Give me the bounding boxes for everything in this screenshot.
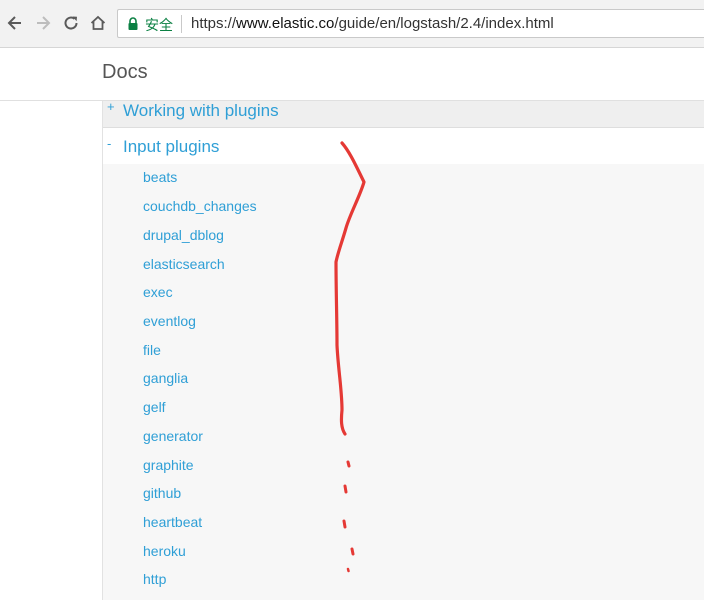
reload-button[interactable] <box>61 13 81 33</box>
secure-label: 安全 <box>145 18 173 34</box>
expand-toggle-icon[interactable]: + <box>107 99 115 114</box>
section-working-with-plugins[interactable]: + Working with plugins <box>103 99 704 128</box>
url-path: /guide/en/logstash/2.4/index.html <box>334 15 554 32</box>
plugin-link-gelf[interactable]: gelf <box>143 399 166 415</box>
page-title[interactable]: Docs <box>102 61 148 84</box>
plugin-link-elasticsearch[interactable]: elasticsearch <box>143 256 225 272</box>
plugin-link-drupal-dblog[interactable]: drupal_dblog <box>143 227 224 243</box>
home-button[interactable] <box>88 13 108 33</box>
section-title-working-with-plugins[interactable]: Working with plugins <box>123 101 279 121</box>
back-button[interactable] <box>5 13 25 33</box>
plugin-list-panel: beats couchdb_changes drupal_dblog elast… <box>103 164 704 600</box>
docs-header: Docs <box>0 48 704 101</box>
plugin-link-heroku[interactable]: heroku <box>143 543 186 559</box>
plugin-link-generator[interactable]: generator <box>143 428 203 444</box>
home-icon <box>90 15 106 30</box>
plugin-link-couchdb-changes[interactable]: couchdb_changes <box>143 198 257 214</box>
url-text: https://www.elastic.co/guide/en/logstash… <box>191 15 554 32</box>
collapse-toggle-icon[interactable]: - <box>107 136 111 151</box>
plugin-link-http[interactable]: http <box>143 571 166 587</box>
arrow-left-icon <box>7 16 21 30</box>
docs-content: + Working with plugins - Input plugins b… <box>0 99 704 600</box>
url-host: www.elastic.co <box>236 15 335 32</box>
plugin-link-eventlog[interactable]: eventlog <box>143 313 196 329</box>
plugin-link-heartbeat[interactable]: heartbeat <box>143 514 202 530</box>
reload-icon <box>64 16 78 30</box>
url-scheme: https:// <box>191 15 237 32</box>
plugin-link-github[interactable]: github <box>143 485 181 501</box>
plugin-link-exec[interactable]: exec <box>143 284 173 300</box>
forward-button[interactable] <box>33 13 53 33</box>
address-bar[interactable]: 安全 https://www.elastic.co/guide/en/logst… <box>117 9 704 38</box>
plugin-link-ganglia[interactable]: ganglia <box>143 370 188 386</box>
plugin-link-beats[interactable]: beats <box>143 169 177 185</box>
plugin-link-file[interactable]: file <box>143 342 161 358</box>
address-separator <box>181 15 182 33</box>
arrow-right-icon <box>37 16 51 30</box>
section-title-input-plugins[interactable]: Input plugins <box>123 137 219 157</box>
plugin-link-graphite[interactable]: graphite <box>143 457 194 473</box>
lock-icon <box>128 17 138 30</box>
browser-toolbar: 安全 https://www.elastic.co/guide/en/logst… <box>0 0 704 48</box>
section-input-plugins[interactable]: - Input plugins <box>103 128 704 164</box>
